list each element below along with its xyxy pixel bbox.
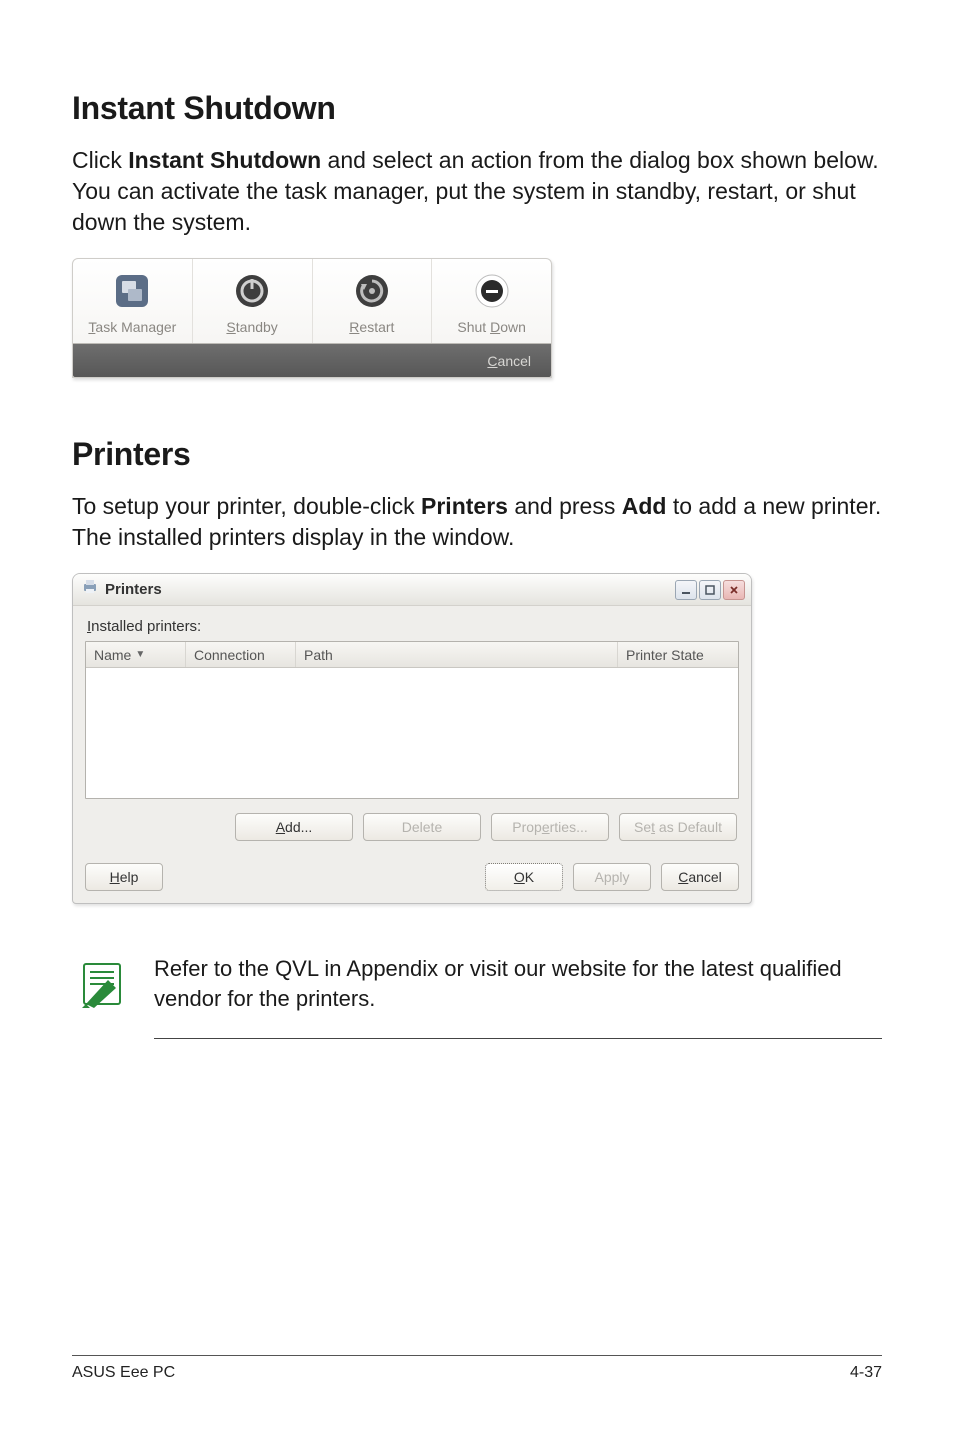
column-name[interactable]: Name ▼ xyxy=(86,642,186,667)
printers-list[interactable]: Name ▼ Connection Path Printer State xyxy=(85,641,739,799)
minimize-button[interactable] xyxy=(675,580,697,600)
text: Apply xyxy=(594,869,629,885)
delete-button[interactable]: Delete xyxy=(363,813,481,841)
task-manager-icon xyxy=(110,269,154,313)
text: own xyxy=(500,319,526,335)
text-bold: Add xyxy=(622,493,667,519)
column-printer-state[interactable]: Printer State xyxy=(618,642,738,667)
text: Shut xyxy=(457,319,490,335)
text: and press xyxy=(508,493,622,519)
page-footer: ASUS Eee PC 4-37 xyxy=(72,1355,882,1382)
shut-down-button[interactable]: Shut Down xyxy=(432,259,551,343)
text: O xyxy=(514,869,525,885)
text: ancel xyxy=(688,869,721,885)
titlebar[interactable]: Printers xyxy=(73,574,751,606)
restart-icon xyxy=(350,269,394,313)
text: Prop xyxy=(512,819,542,835)
text: To setup your printer, double-click xyxy=(72,493,421,519)
text: dd... xyxy=(285,819,312,835)
footer-left: ASUS Eee PC xyxy=(72,1364,175,1382)
printers-window: Printers Installed printers: Name ▼ Conn… xyxy=(72,573,752,904)
para-instant-shutdown: Click Instant Shutdown and select an act… xyxy=(72,145,882,238)
text: ancel xyxy=(498,353,531,369)
column-label: Name xyxy=(94,647,131,663)
text: Delete xyxy=(402,819,442,835)
text: C xyxy=(487,353,497,369)
shut-down-label: Shut Down xyxy=(432,319,551,335)
text: S xyxy=(226,319,235,335)
column-label: Path xyxy=(304,647,333,663)
text: Se xyxy=(634,819,651,835)
close-button[interactable] xyxy=(723,580,745,600)
help-button[interactable]: Help xyxy=(85,863,163,891)
apply-button[interactable]: Apply xyxy=(573,863,651,891)
text: H xyxy=(110,869,120,885)
standby-button[interactable]: Standby xyxy=(193,259,313,343)
text: nstalled printers: xyxy=(91,618,201,635)
properties-button[interactable]: Properties... xyxy=(491,813,609,841)
text-bold: Instant Shutdown xyxy=(128,147,321,173)
restart-label: Restart xyxy=(313,319,432,335)
text: e xyxy=(542,819,550,835)
text: tandby xyxy=(236,319,278,335)
standby-label: Standby xyxy=(193,319,312,335)
task-manager-label: Task Manager xyxy=(73,319,192,335)
text: C xyxy=(678,869,688,885)
column-connection[interactable]: Connection xyxy=(186,642,296,667)
heading-printers: Printers xyxy=(72,436,882,473)
text: D xyxy=(490,319,500,335)
installed-printers-label: Installed printers: xyxy=(87,618,739,635)
window-title: Printers xyxy=(105,581,162,598)
maximize-button[interactable] xyxy=(699,580,721,600)
standby-icon xyxy=(230,269,274,313)
note-block: Refer to the QVL in Appendix or visit ou… xyxy=(72,954,882,1038)
text: as Default xyxy=(655,819,722,835)
text: estart xyxy=(359,319,394,335)
text: rties... xyxy=(550,819,588,835)
set-as-default-button[interactable]: Set as Default xyxy=(619,813,737,841)
text: A xyxy=(276,819,285,835)
cancel-button[interactable]: Cancel xyxy=(487,353,531,369)
text: K xyxy=(525,869,534,885)
shut-down-icon xyxy=(470,269,514,313)
column-label: Printer State xyxy=(626,647,704,663)
note-text: Refer to the QVL in Appendix or visit ou… xyxy=(154,954,882,1038)
list-header: Name ▼ Connection Path Printer State xyxy=(86,642,738,668)
heading-instant-shutdown: Instant Shutdown xyxy=(72,90,882,127)
printer-icon xyxy=(81,578,99,601)
task-manager-button[interactable]: Task Manager xyxy=(73,259,193,343)
text: ask Manager xyxy=(95,319,176,335)
para-printers: To setup your printer, double-click Prin… xyxy=(72,491,882,553)
shutdown-options-row: Task Manager Standby xyxy=(73,259,551,343)
cancel-button[interactable]: Cancel xyxy=(661,863,739,891)
add-button[interactable]: Add... xyxy=(235,813,353,841)
text: Click xyxy=(72,147,128,173)
text-bold: Printers xyxy=(421,493,508,519)
text: elp xyxy=(120,869,139,885)
column-path[interactable]: Path xyxy=(296,642,618,667)
text: R xyxy=(349,319,359,335)
column-label: Connection xyxy=(194,647,265,663)
ok-button[interactable]: OK xyxy=(485,863,563,891)
shutdown-footer: Cancel xyxy=(73,343,551,377)
instant-shutdown-dialog: Task Manager Standby xyxy=(72,258,552,378)
footer-right: 4-37 xyxy=(850,1364,882,1382)
note-icon xyxy=(76,958,128,1015)
sort-descending-icon: ▼ xyxy=(135,649,145,660)
restart-button[interactable]: Restart xyxy=(313,259,433,343)
